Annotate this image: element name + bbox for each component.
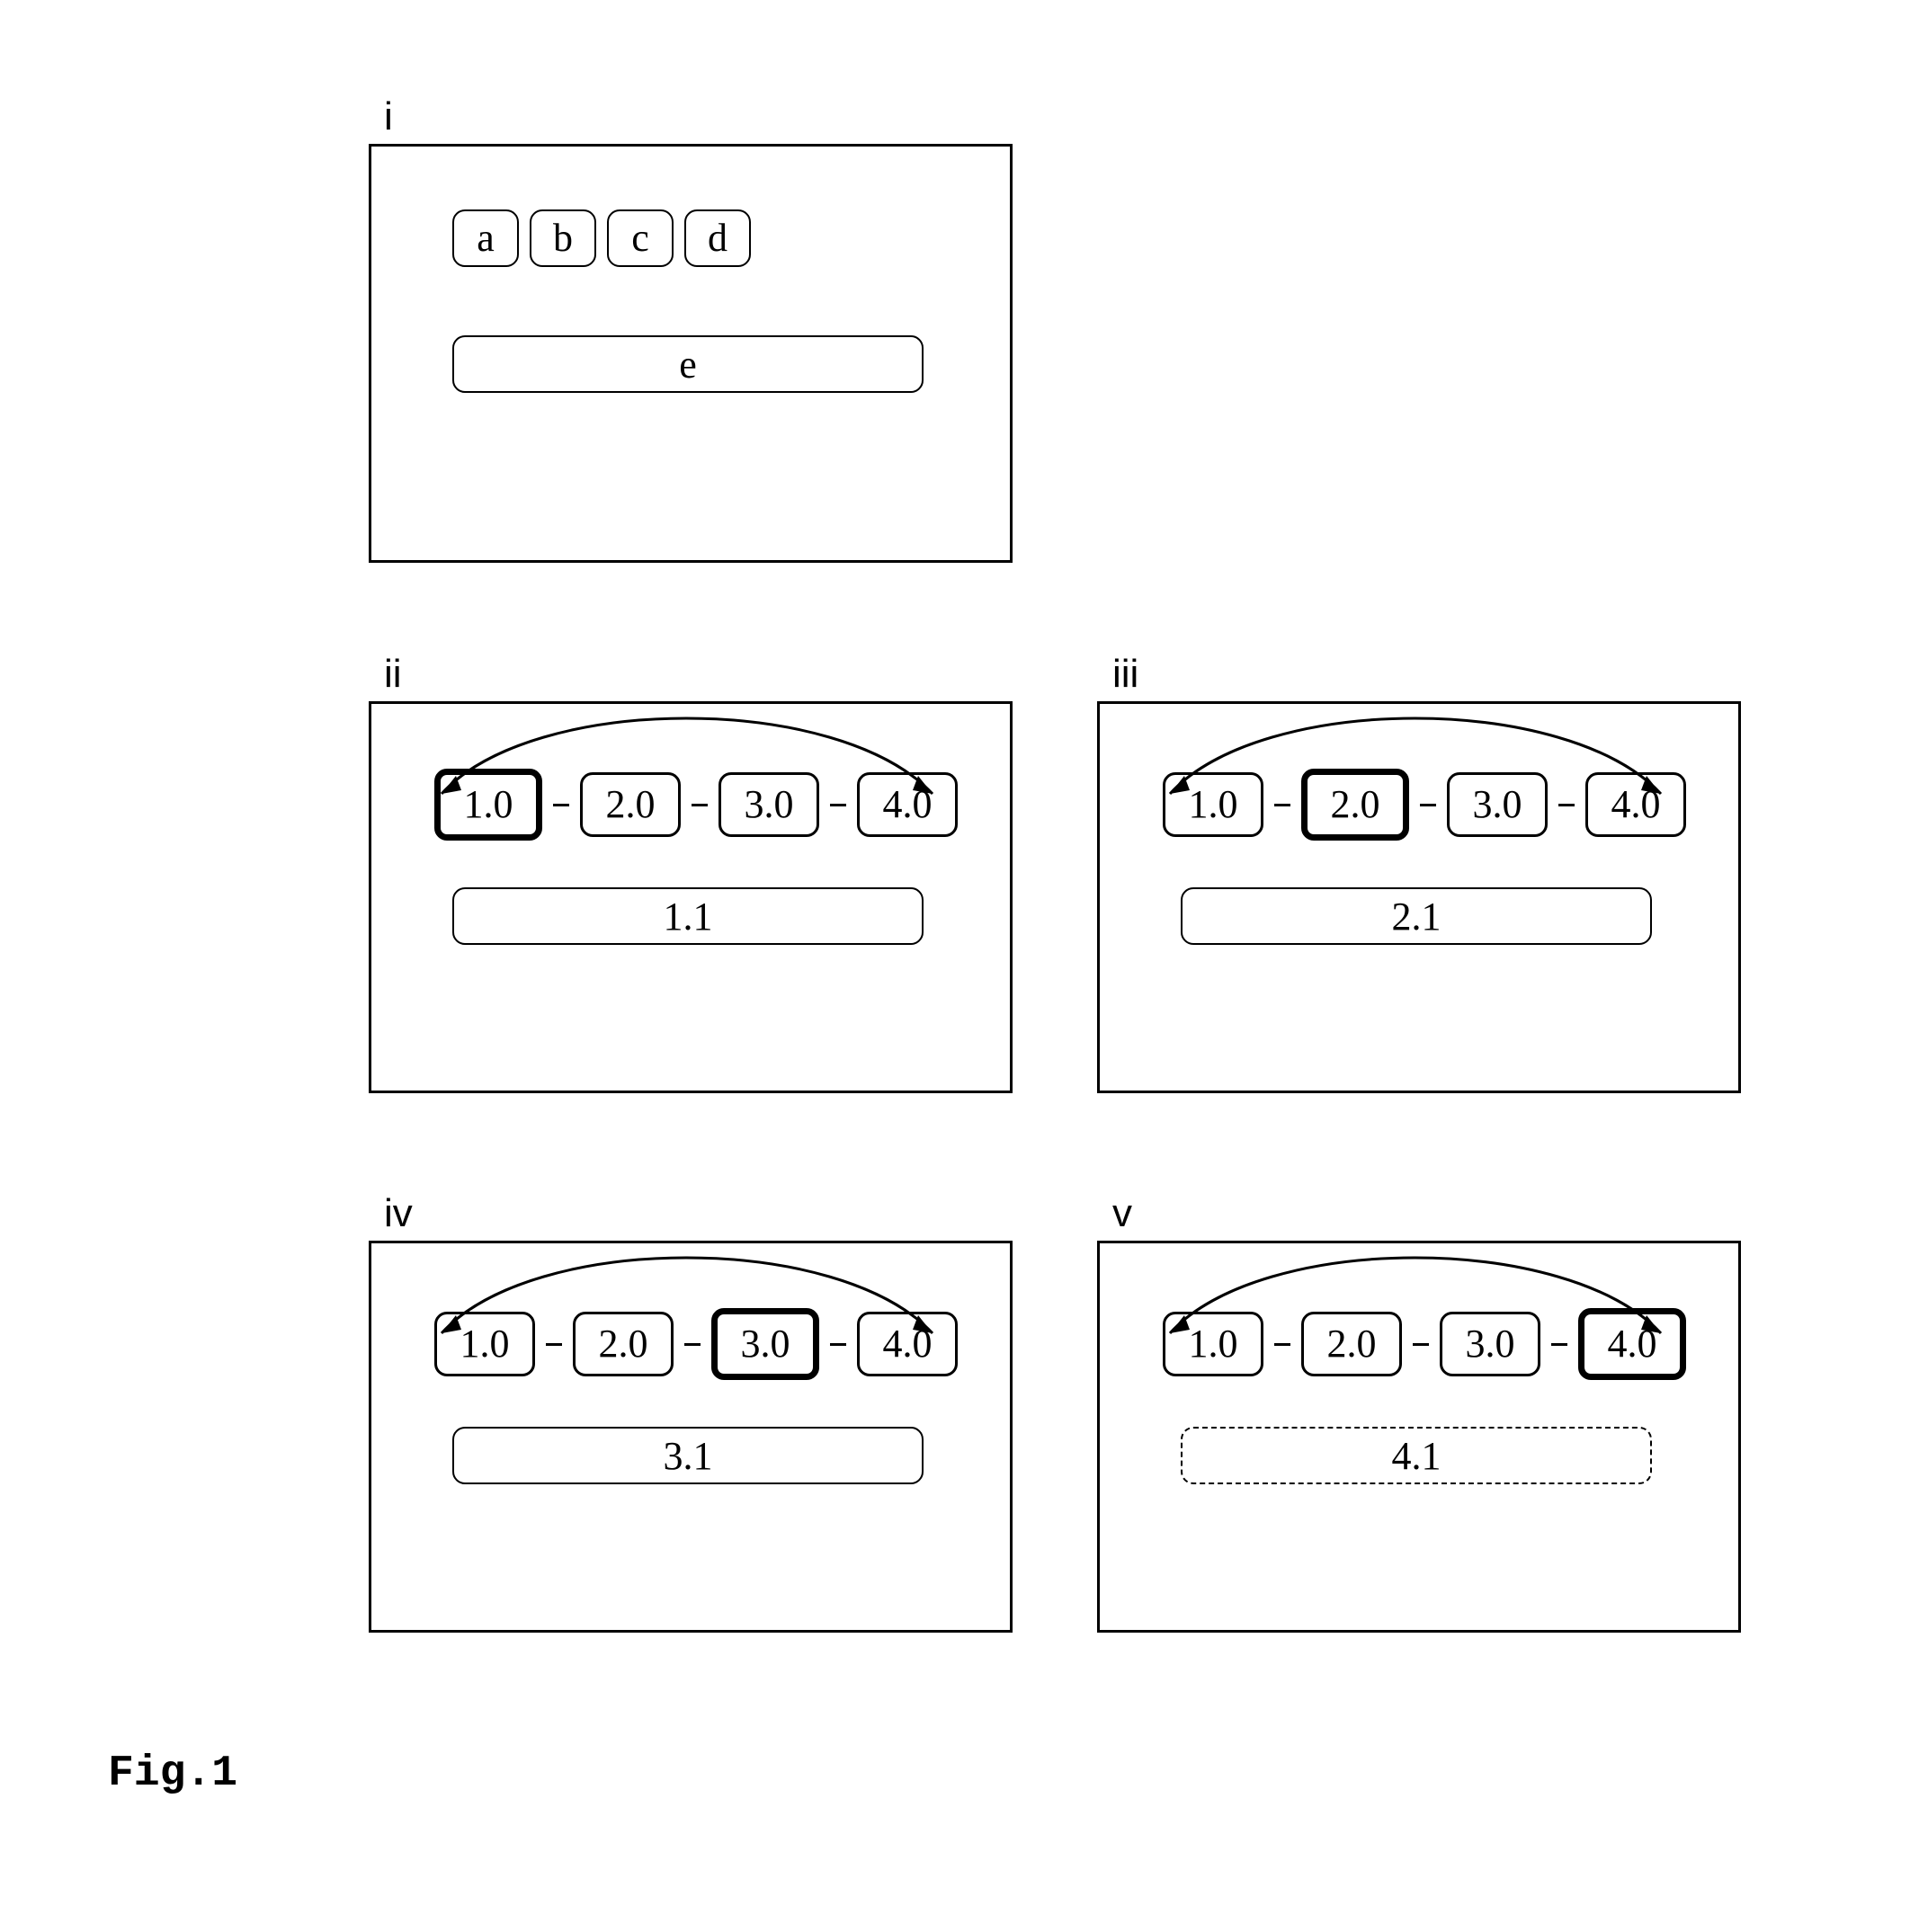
panel-i-button-row: a b c d — [452, 209, 751, 267]
panel-ii-widebox: 1.1 — [452, 887, 924, 945]
panel-v-tag: v — [1112, 1191, 1132, 1236]
panel-ii-pill-0: 1.0 — [434, 769, 542, 841]
connector-icon — [684, 1343, 701, 1346]
panel-ii-pill-row: 1.0 2.0 3.0 4.0 — [434, 769, 958, 841]
panel-i-button-b: b — [530, 209, 596, 267]
panel-iii: iii 1.0 2.0 3.0 4.0 2.1 — [1097, 701, 1741, 1093]
connector-icon — [1420, 804, 1436, 806]
connector-icon — [1274, 804, 1290, 806]
panel-iii-pill-row: 1.0 2.0 3.0 4.0 — [1163, 769, 1686, 841]
panel-iii-widebox: 2.1 — [1181, 887, 1652, 945]
figure-label: Fig.1 — [108, 1749, 237, 1798]
panel-v-widebox: 4.1 — [1181, 1427, 1652, 1484]
panel-iii-pill-0: 1.0 — [1163, 772, 1263, 837]
panel-i-widebox: e — [452, 335, 924, 393]
panel-iv: iv 1.0 2.0 3.0 4.0 3.1 — [369, 1241, 1013, 1633]
panel-i: i a b c d e — [369, 144, 1013, 563]
connector-icon — [1274, 1343, 1290, 1346]
panel-i-button-c: c — [607, 209, 674, 267]
panel-iv-pill-row: 1.0 2.0 3.0 4.0 — [434, 1308, 958, 1380]
panel-ii: ii 1.0 2.0 3.0 4.0 1.1 — [369, 701, 1013, 1093]
figure-canvas: Fig.1 i a b c d e ii 1.0 2.0 3.0 4.0 1.1 — [108, 90, 1816, 1798]
connector-icon — [1558, 804, 1575, 806]
panel-ii-pill-1: 2.0 — [580, 772, 681, 837]
panel-iii-pill-1: 2.0 — [1301, 769, 1409, 841]
panel-iv-pill-2: 3.0 — [711, 1308, 819, 1380]
panel-v-pill-0: 1.0 — [1163, 1312, 1263, 1376]
connector-icon — [546, 1343, 562, 1346]
panel-v-pill-row: 1.0 2.0 3.0 4.0 — [1163, 1308, 1686, 1380]
panel-iv-widebox: 3.1 — [452, 1427, 924, 1484]
panel-ii-pill-3: 4.0 — [857, 772, 958, 837]
panel-i-button-d: d — [684, 209, 751, 267]
panel-i-button-a: a — [452, 209, 519, 267]
panel-ii-pill-2: 3.0 — [719, 772, 819, 837]
panel-iii-pill-3: 4.0 — [1585, 772, 1686, 837]
panel-v-pill-2: 3.0 — [1440, 1312, 1540, 1376]
connector-icon — [1413, 1343, 1429, 1346]
panel-iv-pill-3: 4.0 — [857, 1312, 958, 1376]
panel-v-pill-1: 2.0 — [1301, 1312, 1402, 1376]
panel-iv-pill-0: 1.0 — [434, 1312, 535, 1376]
connector-icon — [1551, 1343, 1567, 1346]
panel-v-pill-3: 4.0 — [1578, 1308, 1686, 1380]
panel-iii-tag: iii — [1112, 652, 1138, 697]
connector-icon — [553, 804, 569, 806]
panel-ii-tag: ii — [384, 652, 402, 697]
connector-icon — [830, 804, 846, 806]
panel-iv-tag: iv — [384, 1191, 413, 1236]
connector-icon — [692, 804, 708, 806]
panel-iv-pill-1: 2.0 — [573, 1312, 674, 1376]
panel-i-tag: i — [384, 94, 393, 139]
panel-iii-pill-2: 3.0 — [1447, 772, 1548, 837]
connector-icon — [830, 1343, 846, 1346]
panel-v: v 1.0 2.0 3.0 4.0 4.1 — [1097, 1241, 1741, 1633]
